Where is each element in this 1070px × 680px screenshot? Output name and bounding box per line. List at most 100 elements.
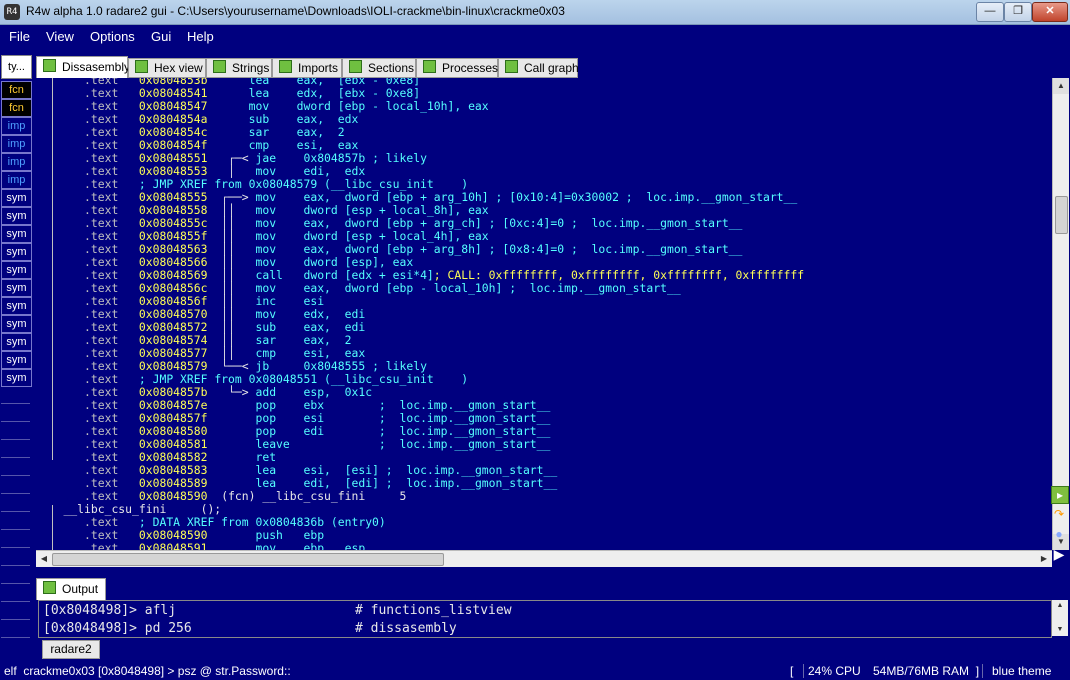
function-label: (fcn) __libc_csu_fini 5 (221, 489, 407, 503)
sidebar-tab-sym[interactable]: sym (1, 279, 32, 297)
output-scroll-down-icon[interactable]: ▼ (1052, 624, 1068, 636)
tab-hex-view[interactable]: Hex view (128, 58, 206, 78)
play-icon[interactable]: ▶ (1051, 546, 1067, 562)
address: 0x0804855c (138, 216, 208, 230)
function-bracket-line (52, 505, 53, 550)
tab-processes[interactable]: Processes (416, 58, 498, 78)
section-name: .text (84, 203, 119, 217)
jump-graph: ││ (207, 307, 256, 321)
scroll-left-arrow-icon[interactable]: ◀ (36, 551, 52, 567)
sidebar-tab-types[interactable]: ty... (1, 55, 32, 79)
sidebar-tab-imp[interactable]: imp (1, 135, 32, 153)
sidebar-tab-sym[interactable]: sym (1, 315, 32, 333)
disassembly-vertical-scrollbar[interactable]: ▲ ▼ (1052, 78, 1069, 550)
title-bar: R4 R4w alpha 1.0 radare2 gui - C:\Users\… (0, 0, 1070, 25)
menu-view[interactable]: View (46, 29, 74, 44)
function-bracket-line (52, 78, 53, 460)
section-name: .text (84, 112, 119, 126)
menu-file[interactable]: File (9, 29, 30, 44)
tab-call-graph[interactable]: Call graph (498, 58, 579, 78)
sidebar-empty-slot (1, 387, 30, 404)
menu-help[interactable]: Help (187, 29, 214, 44)
sidebar-tab-sym[interactable]: sym (1, 369, 32, 387)
address: 0x0804855f (138, 229, 208, 243)
section-name: .text (84, 99, 119, 113)
sidebar-tab-sym[interactable]: sym (1, 261, 32, 279)
minimize-button[interactable]: — (976, 2, 1004, 22)
instruction: pop edi (255, 424, 325, 438)
address: 0x0804857b (138, 385, 208, 399)
tab-imports[interactable]: Imports (272, 58, 342, 78)
output-scroll-up-icon[interactable]: ▲ (1052, 600, 1068, 612)
jump-graph (207, 541, 255, 550)
address: 0x08048589 (138, 476, 208, 490)
close-button[interactable]: ✕ (1032, 2, 1068, 22)
menu-options[interactable]: Options (90, 29, 135, 44)
sidebar-tab-imp[interactable]: imp (1, 171, 32, 189)
sidebar-tab-sym[interactable]: sym (1, 207, 32, 225)
tab-output[interactable]: Output (36, 578, 106, 600)
instruction: lea esi, [esi] (255, 463, 379, 477)
theme-label: blue theme (992, 664, 1052, 678)
jump-graph (207, 424, 255, 438)
jump-graph: ││ (207, 216, 256, 230)
instruction: mov eax, dword [ebp + arg_10h] (255, 190, 489, 204)
jump-graph: ┌─< (207, 151, 256, 165)
address: 0x08048583 (138, 463, 208, 477)
sidebar-tab-sym[interactable]: sym (1, 243, 32, 261)
sidebar-tab-imp[interactable]: imp (1, 153, 32, 171)
comment: ; CALL: 0xffffffff, 0xffffffff, 0xffffff… (433, 268, 805, 282)
sidebar-empty-slot (1, 441, 30, 458)
address: 0x0804856f (138, 294, 208, 308)
output-console[interactable]: [0x8048498]> aflj # functions_listview [… (38, 600, 1052, 638)
radare2-console-tab[interactable]: radare2 (42, 640, 100, 659)
jump-graph: └─> (207, 385, 256, 399)
section-name: .text (84, 541, 119, 551)
address: 0x0804854a (138, 112, 208, 126)
sidebar-empty-slot (1, 459, 30, 476)
instruction: sar eax, 2 (248, 125, 345, 139)
tab-label: Strings (232, 61, 270, 75)
location-pin-icon[interactable]: ● (1051, 526, 1067, 542)
sidebar-tab-fcn[interactable]: fcn (1, 81, 32, 99)
output-scrollbar[interactable]: ▲ ▼ (1052, 600, 1068, 636)
section-name: .text (84, 476, 119, 490)
instruction: mov dword [esp], eax (255, 255, 414, 269)
sidebar-tab-sym[interactable]: sym (1, 225, 32, 243)
step-over-icon[interactable]: ↷ (1051, 506, 1067, 522)
jump-graph (207, 398, 255, 412)
address: 0x0804854c (138, 125, 208, 139)
tab-strings[interactable]: Strings (206, 58, 272, 78)
tab-sections[interactable]: Sections (342, 58, 416, 78)
run-icon[interactable]: ▸ (1051, 486, 1069, 504)
tab-label: Hex view (154, 61, 203, 75)
jump-graph: ┌──> (207, 190, 256, 204)
sidebar-tab-sym[interactable]: sym (1, 189, 32, 207)
disasm-line[interactable]: .text 0x08048591 mov ebp, esp (36, 541, 365, 551)
hscroll-thumb[interactable] (52, 553, 444, 566)
sidebar-tab-fcn[interactable]: fcn (1, 99, 32, 117)
instruction: mov dword [esp + local_4h], eax (255, 229, 489, 243)
sidebar-tab-imp[interactable]: imp (1, 117, 32, 135)
section-name: .text (84, 385, 119, 399)
sidebar-empty-slot (1, 495, 30, 512)
sidebar-tab-sym[interactable]: sym (1, 333, 32, 351)
section-name: .text (84, 86, 119, 100)
jump-graph (207, 138, 248, 152)
callgraph-tab-icon (505, 60, 518, 73)
instruction: sub eax, edi (255, 320, 366, 334)
scroll-up-arrow-icon[interactable]: ▲ (1053, 78, 1069, 94)
disassembly-view[interactable]: .text 0x0804853b lea eax, [ebx - 0xe8] .… (36, 78, 1052, 550)
sidebar-tab-sym[interactable]: sym (1, 351, 32, 369)
disassembly-horizontal-scrollbar[interactable]: ◀ ▶ (36, 550, 1052, 567)
xref-comment: ; JMP XREF from 0x08048551 (__libc_csu_i… (138, 372, 469, 386)
tab-label: Sections (368, 61, 415, 75)
sidebar-tab-sym[interactable]: sym (1, 297, 32, 315)
tab-dissasembly[interactable]: Dissasembly (36, 56, 130, 78)
menu-gui[interactable]: Gui (151, 29, 171, 44)
comment: ; [0x8:4]=0 ; loc.imp.__gmon_start__ (481, 242, 743, 256)
instruction: cmp esi, eax (255, 346, 366, 360)
scroll-thumb[interactable] (1055, 196, 1068, 234)
maximize-button[interactable]: ❐ (1004, 2, 1032, 22)
address: 0x0804857e (138, 398, 208, 412)
